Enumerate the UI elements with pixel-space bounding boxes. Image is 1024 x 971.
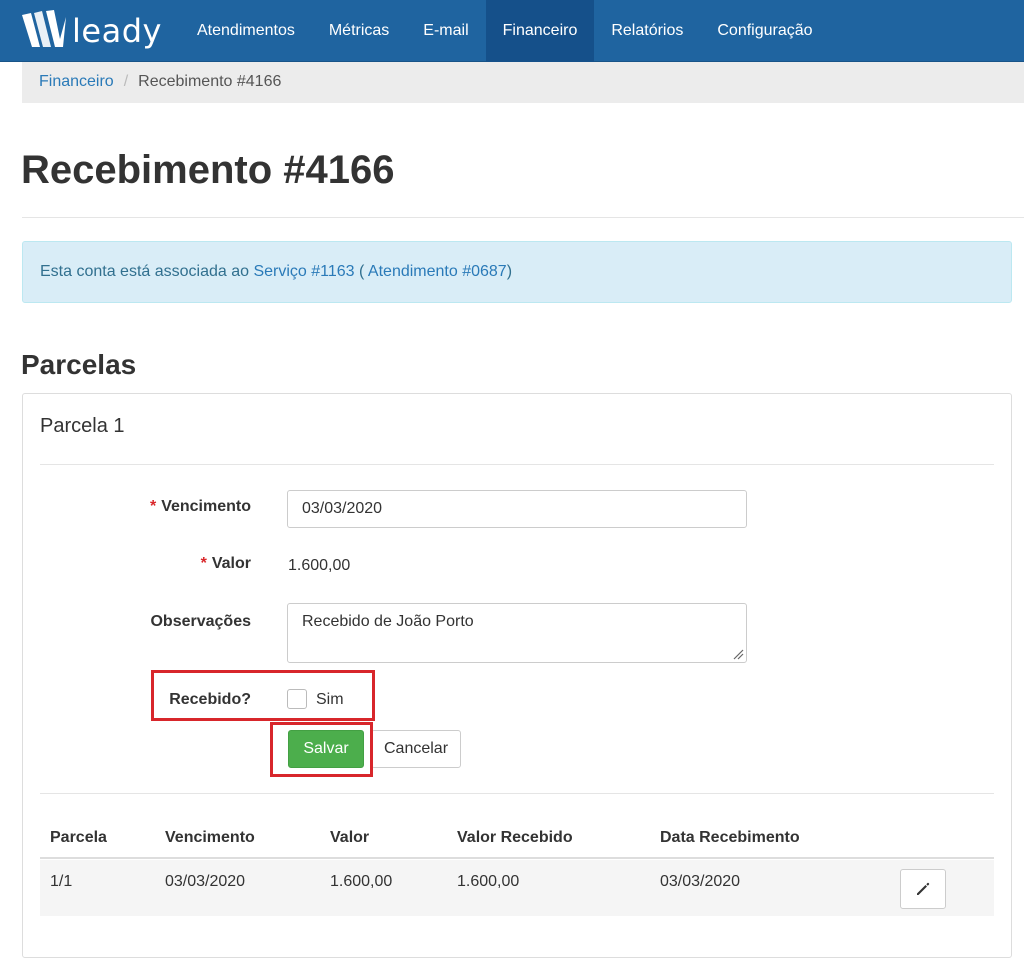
valor-label: * Valor xyxy=(201,555,251,573)
observacoes-field: Recebido de João Porto xyxy=(287,603,747,663)
vencimento-label-text: Vencimento xyxy=(161,498,251,515)
cell-valor: 1.600,00 xyxy=(330,873,393,890)
breadcrumb-link-financeiro[interactable]: Financeiro xyxy=(39,73,114,90)
table-divider xyxy=(40,793,994,794)
cell-data-recebimento: 03/03/2020 xyxy=(660,873,741,890)
column-header-valor: Valor xyxy=(330,829,370,846)
breadcrumb: Financeiro / Recebimento #4166 xyxy=(39,73,281,91)
alert-prefix: Esta conta está associada ao xyxy=(40,263,254,280)
edit-row-button[interactable] xyxy=(900,869,946,909)
cell-parcela: 1/1 xyxy=(50,873,73,890)
cell-vencimento: 03/03/2020 xyxy=(165,873,246,890)
alert-close-paren: ) xyxy=(506,263,513,280)
main-nav: Atendimentos Métricas E-mail Financeiro … xyxy=(180,0,830,62)
panel-header-divider xyxy=(40,464,994,465)
vencimento-label: * Vencimento xyxy=(150,498,251,516)
breadcrumb-bar: Financeiro / Recebimento #4166 xyxy=(22,62,1024,103)
cell-valor-recebido: 1.600,00 xyxy=(457,873,520,890)
column-header-vencimento: Vencimento xyxy=(165,829,255,846)
info-alert: Esta conta está associada ao Serviço #11… xyxy=(22,241,1012,303)
table-row: 1/1 03/03/2020 1.600,00 1.600,00 03/03/2… xyxy=(40,860,994,916)
highlight-box-save xyxy=(270,722,373,777)
nav-item-metricas[interactable]: Métricas xyxy=(312,0,406,62)
brand-logo[interactable]: leady xyxy=(20,9,162,53)
pencil-icon xyxy=(917,882,930,895)
alert-text: Esta conta está associada ao Serviço #11… xyxy=(40,263,512,281)
column-header-data-recebimento: Data Recebimento xyxy=(660,829,800,846)
nav-item-atendimentos[interactable]: Atendimentos xyxy=(180,0,312,62)
column-header-valor-recebido: Valor Recebido xyxy=(457,829,573,846)
breadcrumb-current: Recebimento #4166 xyxy=(138,73,282,90)
page-title: Recebimento #4166 xyxy=(21,148,395,192)
nav-item-configuracao[interactable]: Configuração xyxy=(700,0,829,62)
required-mark: * xyxy=(200,555,207,572)
leady-logo-icon xyxy=(22,10,66,47)
nav-item-relatorios[interactable]: Relatórios xyxy=(594,0,700,62)
nav-item-email[interactable]: E-mail xyxy=(406,0,485,62)
column-header-parcela: Parcela xyxy=(50,829,107,846)
resize-grip-icon[interactable] xyxy=(733,649,744,660)
brand-name: leady xyxy=(72,12,162,50)
required-mark: * xyxy=(149,498,157,515)
section-title-parcelas: Parcelas xyxy=(21,349,137,380)
breadcrumb-separator: / xyxy=(123,73,129,90)
table-header: Parcela Vencimento Valor Valor Recebido … xyxy=(40,819,994,859)
highlight-box-recebido xyxy=(151,670,375,721)
top-navbar: leady Atendimentos Métricas E-mail Finan… xyxy=(0,0,1024,62)
observacoes-label: Observações xyxy=(150,613,251,630)
panel-title: Parcela 1 xyxy=(40,415,125,437)
cancel-button[interactable]: Cancelar xyxy=(371,730,461,768)
alert-open-paren: ( xyxy=(354,263,368,280)
parcela-panel: Parcela 1 *Vencimento *Valor 1.600,00 Ob… xyxy=(22,393,1012,958)
vencimento-input[interactable] xyxy=(287,490,747,528)
valor-value: 1.600,00 xyxy=(288,557,351,574)
title-divider xyxy=(22,217,1024,218)
observacoes-textarea[interactable]: Recebido de João Porto xyxy=(287,603,747,663)
attendance-link[interactable]: Atendimento #0687 xyxy=(368,263,507,280)
nav-item-financeiro[interactable]: Financeiro xyxy=(485,0,595,62)
service-link[interactable]: Serviço #1163 xyxy=(253,263,354,280)
valor-label-text: Valor xyxy=(211,555,251,572)
